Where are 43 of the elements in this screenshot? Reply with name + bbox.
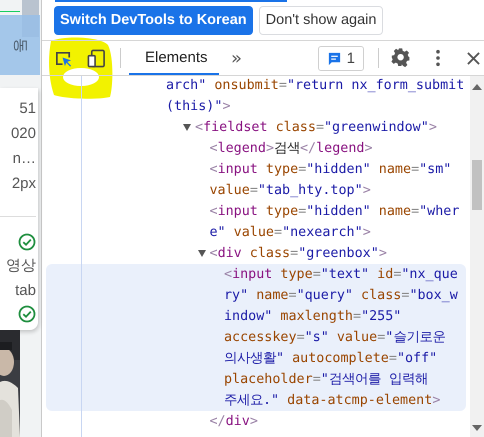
card-text: 2px xyxy=(12,174,36,194)
card-text: 영상 xyxy=(6,256,36,276)
code-line: e" value="nexearch"> xyxy=(210,225,371,240)
close-icon[interactable] xyxy=(467,52,480,64)
code-line: arch" onsubmit="return nx_form_submit xyxy=(166,78,464,93)
code-line: 의사생활" autocomplete="off" xyxy=(224,351,438,366)
expand-arrow-icon[interactable] xyxy=(198,250,206,257)
code-line: <fieldset class="greenwindow"> xyxy=(195,120,437,135)
code-line: <input type="hidden" name="wher xyxy=(210,204,460,219)
card-text: tab xyxy=(15,281,36,301)
infobar-button[interactable]: Don't show again xyxy=(258,6,384,34)
check-circle-icon xyxy=(18,233,36,251)
code-line: <div class="greenbox"> xyxy=(210,246,387,261)
code-line: ry" name="query" class="box_w xyxy=(224,288,458,303)
code-line: <input type="text" id="nx_que xyxy=(224,267,458,282)
infobar-button[interactable]: Switch DevTools to Korean xyxy=(54,6,253,34)
code-line: 주세요." data-atcmp-element> xyxy=(224,393,440,408)
vertical-tab[interactable]: 동 xyxy=(0,15,40,75)
code-line: (this)"> xyxy=(166,99,230,114)
more-tabs-button[interactable]: » xyxy=(225,48,248,68)
accent-line xyxy=(0,11,20,12)
message-icon xyxy=(326,50,342,66)
more-options-icon[interactable] xyxy=(435,49,441,67)
code-line: accesskey="s" value="슬기로운 xyxy=(224,330,446,345)
card-text: 020 xyxy=(10,124,36,144)
panel-tab[interactable]: Elements xyxy=(129,41,219,75)
code-line: <legend>검색</legend> xyxy=(210,141,373,156)
check-circle-icon xyxy=(18,305,36,323)
card-text: 51 xyxy=(19,99,36,119)
code-line: <input type="hidden" name="sm" xyxy=(210,162,452,177)
code-line: value="tab_hty.top"> xyxy=(210,183,371,198)
scroll-down-arrow-icon[interactable] xyxy=(472,425,482,431)
code-line: </div> xyxy=(210,414,258,429)
card-text: n… xyxy=(12,149,36,169)
expand-arrow-icon[interactable] xyxy=(183,124,191,131)
code-line: indow" maxlength="255" xyxy=(224,309,402,324)
code-line: placeholder="검색어를 입력해 xyxy=(224,372,428,387)
selected-row[interactable]: <input type="text" id="nx_que ry" name="query" class="box_w indow" maxlength="255" accesskey="s" value="슬기로운 의사생활" autocomplete="off" placeholder="검색어를 입력해 주세요." data-atcmp-element> xyxy=(46,264,466,411)
scrollbar-thumb[interactable] xyxy=(472,160,482,210)
settings-icon[interactable] xyxy=(391,48,411,68)
issues-button[interactable]: 1 xyxy=(318,46,364,70)
device-icon[interactable] xyxy=(87,48,106,68)
scroll-up-arrow-icon[interactable] xyxy=(472,84,482,90)
